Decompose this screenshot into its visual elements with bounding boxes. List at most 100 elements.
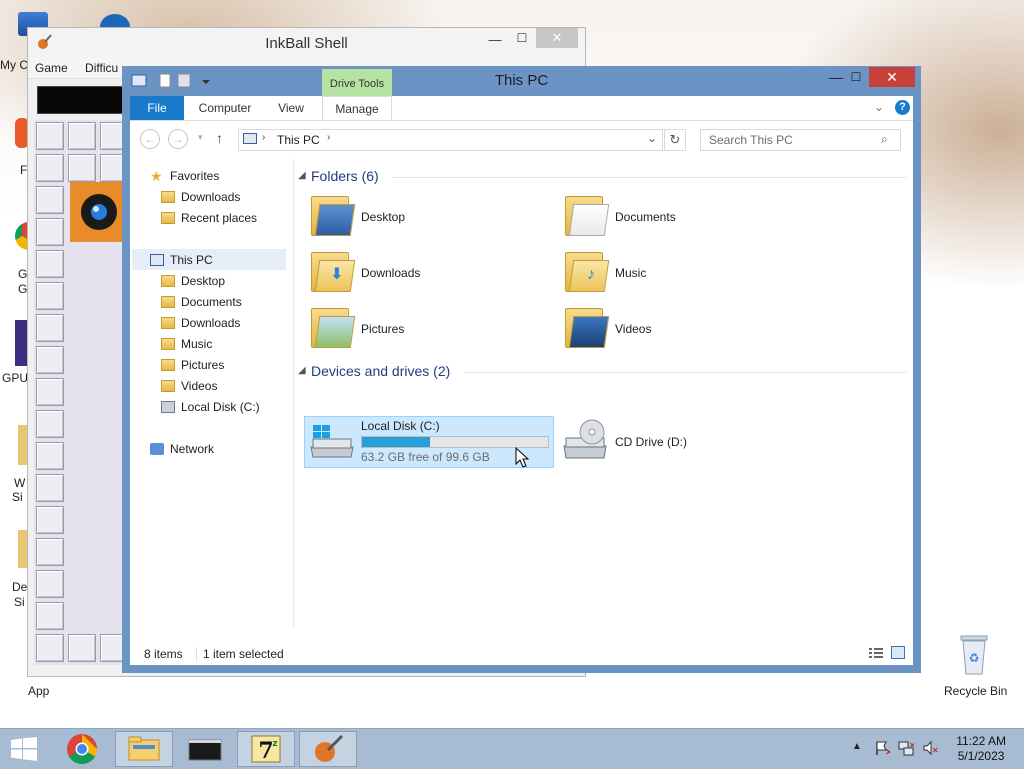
- board-tile: [36, 570, 64, 598]
- tab-computer[interactable]: Computer: [192, 96, 258, 120]
- nav-label: Music: [181, 337, 213, 351]
- board-tile: [36, 314, 64, 342]
- nav-label: Videos: [181, 379, 218, 393]
- tab-file[interactable]: File: [130, 96, 184, 120]
- show-hidden-icons-button[interactable]: ▲: [852, 741, 862, 752]
- recent-locations-icon[interactable]: ▾: [198, 132, 203, 143]
- board-tile: [36, 538, 64, 566]
- board-tile: [36, 634, 64, 662]
- nav-favorites[interactable]: ★ Favorites: [150, 166, 219, 186]
- nav-label: Network: [170, 442, 215, 456]
- nav-pictures[interactable]: Pictures: [161, 355, 224, 375]
- desktop-folder-icon[interactable]: [311, 192, 356, 236]
- refresh-button[interactable]: ↻: [664, 129, 686, 151]
- nav-recent-places[interactable]: Recent places: [161, 208, 257, 228]
- maximize-button[interactable]: ☐: [842, 67, 870, 87]
- drive-name: Local Disk (C:): [361, 419, 440, 433]
- taskbar-chrome[interactable]: [53, 731, 111, 767]
- gpu-app-icon[interactable]: [15, 320, 27, 366]
- up-button[interactable]: ↑: [216, 130, 223, 146]
- board-tile: [36, 282, 64, 310]
- expand-ribbon-icon[interactable]: ⌄: [874, 100, 884, 114]
- windows-logo-icon: [11, 737, 37, 761]
- breadcrumb-separator[interactable]: ›: [327, 132, 330, 143]
- breadcrumb-this-pc[interactable]: This PC: [277, 133, 320, 147]
- menu-difficulty[interactable]: Difficu: [78, 58, 125, 78]
- taskbar-7zip[interactable]: 7 z: [237, 731, 295, 767]
- taskbar-terminal[interactable]: [176, 731, 234, 767]
- desktop-icon-label: My C: [0, 58, 28, 72]
- documents-folder-icon[interactable]: [565, 192, 610, 236]
- start-button[interactable]: [10, 737, 38, 764]
- tab-view[interactable]: View: [270, 96, 312, 120]
- action-center-icon[interactable]: ✕: [874, 740, 893, 757]
- folder-pictures[interactable]: Pictures: [361, 322, 404, 336]
- videos-folder-icon[interactable]: [565, 304, 610, 348]
- devices-divider: [465, 372, 907, 373]
- desktop-icon-label: De: [12, 580, 28, 594]
- status-item-count: 8 items: [144, 647, 183, 661]
- file-explorer-icon: [128, 736, 160, 761]
- collapse-folders-icon[interactable]: ◢: [298, 170, 306, 181]
- folder-videos[interactable]: Videos: [615, 322, 651, 336]
- board-tile: [36, 442, 64, 470]
- music-folder-icon[interactable]: ♪: [565, 248, 610, 292]
- nav-label: Pictures: [181, 358, 225, 372]
- maximize-button[interactable]: ☐: [515, 31, 529, 45]
- desktop-folder-icon: [161, 275, 175, 287]
- search-icon[interactable]: ⌕: [881, 132, 888, 147]
- system-clock[interactable]: 11:22 AM 5/1/2023: [956, 734, 1006, 764]
- minimize-button[interactable]: —: [488, 32, 502, 47]
- forward-button[interactable]: →: [168, 129, 188, 149]
- menu-game[interactable]: Game: [28, 58, 75, 78]
- folder-documents[interactable]: Documents: [615, 210, 676, 224]
- close-button[interactable]: ✕: [869, 67, 915, 87]
- music-folder-icon: [161, 338, 175, 350]
- nav-downloads[interactable]: Downloads: [161, 313, 240, 333]
- address-dropdown-icon[interactable]: ⌄: [647, 131, 657, 145]
- nav-favorites-downloads[interactable]: Downloads: [161, 187, 240, 207]
- taskbar-file-explorer[interactable]: [115, 731, 173, 767]
- drive-cd[interactable]: CD Drive (D:): [615, 435, 687, 449]
- board-tile: [36, 186, 64, 214]
- nav-videos[interactable]: Videos: [161, 376, 217, 396]
- tab-manage[interactable]: Manage: [322, 96, 392, 120]
- nav-network[interactable]: Network: [150, 439, 214, 459]
- taskbar-inkball[interactable]: [299, 731, 357, 767]
- cd-drive-icon[interactable]: [560, 418, 610, 464]
- board-tile: [36, 506, 64, 534]
- help-icon[interactable]: ?: [895, 100, 910, 115]
- network-status-icon[interactable]: ✕: [898, 740, 916, 756]
- folder-desktop[interactable]: Desktop: [361, 210, 405, 224]
- devices-header[interactable]: Devices and drives (2): [311, 363, 450, 379]
- drive-free-space: 63.2 GB free of 99.6 GB: [361, 450, 490, 464]
- nav-local-disk[interactable]: Local Disk (C:): [161, 397, 260, 417]
- 7zip-icon: 7 z: [251, 735, 281, 764]
- details-view-icon[interactable]: [869, 647, 883, 659]
- folders-header[interactable]: Folders (6): [311, 168, 379, 184]
- board-tile: [36, 378, 64, 406]
- ribbon-tabs: File Computer View Manage ⌄ ?: [130, 96, 913, 121]
- inkball-close-button[interactable]: ✕: [536, 28, 578, 48]
- desktop-icon-label: GPU: [2, 371, 29, 385]
- downloads-folder-icon[interactable]: ⬇: [311, 248, 356, 292]
- nav-music[interactable]: Music: [161, 334, 212, 354]
- board-tile: [36, 250, 64, 278]
- volume-muted-icon[interactable]: ✕: [922, 740, 939, 756]
- nav-desktop[interactable]: Desktop: [161, 271, 225, 291]
- folder-music[interactable]: Music: [615, 266, 646, 280]
- explorer-window[interactable]: Drive Tools This PC — ☐ ✕ File Computer …: [122, 66, 921, 673]
- chrome-icon: [67, 734, 98, 764]
- folder-downloads[interactable]: Downloads: [361, 266, 420, 280]
- drive-usage-fill: [362, 437, 430, 447]
- nav-this-pc[interactable]: This PC: [150, 250, 213, 270]
- pictures-folder-icon[interactable]: [311, 304, 356, 348]
- collapse-devices-icon[interactable]: ◢: [298, 365, 306, 376]
- address-bar[interactable]: › This PC › ⌄: [238, 129, 663, 151]
- back-button[interactable]: ←: [140, 129, 160, 149]
- search-input[interactable]: Search This PC ⌕: [700, 129, 901, 151]
- recycle-bin[interactable]: ♻: [957, 632, 991, 676]
- nav-documents[interactable]: Documents: [161, 292, 242, 312]
- pictures-folder-icon: [161, 359, 175, 371]
- large-icons-view-icon[interactable]: [891, 646, 905, 659]
